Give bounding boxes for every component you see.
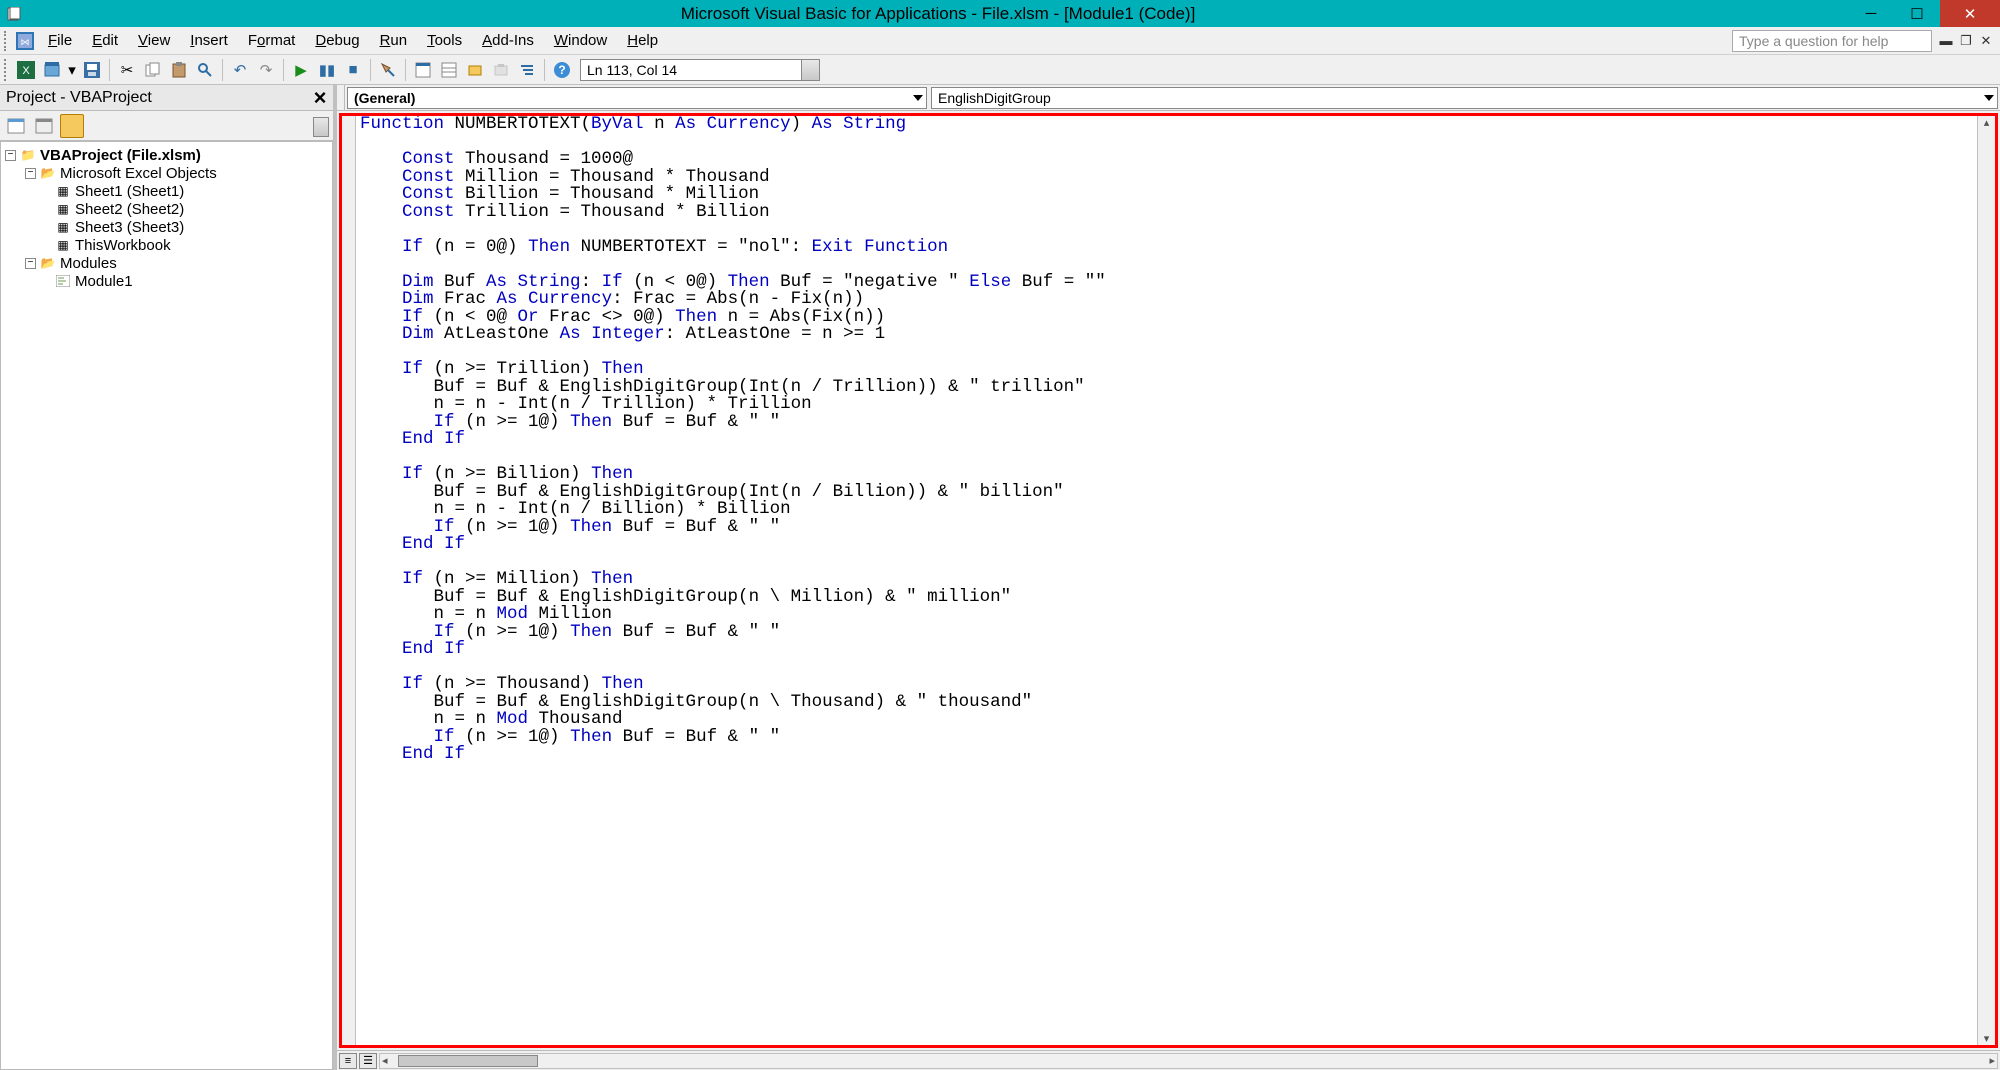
menu-file[interactable]: File bbox=[38, 30, 82, 51]
project-explorer-close-button[interactable]: × bbox=[307, 85, 333, 111]
menu-edit[interactable]: Edit bbox=[82, 30, 128, 51]
paste-icon[interactable] bbox=[167, 58, 191, 82]
tree-sheet3[interactable]: ▦Sheet3 (Sheet3) bbox=[1, 218, 332, 236]
procedure-dropdown[interactable]: EnglishDigitGroup bbox=[931, 87, 1998, 109]
project-explorer-title-text: Project - VBAProject bbox=[6, 89, 152, 107]
help-icon[interactable]: ? bbox=[550, 58, 574, 82]
app-icon bbox=[4, 4, 24, 24]
mdi-close-button[interactable]: ✕ bbox=[1978, 33, 1994, 49]
dropdown-arrow-icon[interactable]: ▾ bbox=[66, 58, 78, 82]
svg-text:⋈: ⋈ bbox=[21, 37, 30, 47]
menu-debug[interactable]: Debug bbox=[305, 30, 369, 51]
undo-icon[interactable]: ↶ bbox=[228, 58, 252, 82]
code-text[interactable]: Function NUMBERTOTEXT(ByVal n As Currenc… bbox=[356, 116, 1977, 1045]
toolbar-grip[interactable] bbox=[4, 59, 10, 81]
mdi-minimize-button[interactable]: ▬ bbox=[1938, 33, 1954, 49]
menu-tools[interactable]: Tools bbox=[417, 30, 472, 51]
code-dropdown-bar: (General) EnglishDigitGroup bbox=[337, 85, 2000, 111]
procedure-view-button[interactable]: ≡ bbox=[339, 1053, 357, 1069]
object-dropdown[interactable]: (General) bbox=[347, 87, 927, 109]
menu-help[interactable]: Help bbox=[617, 30, 668, 51]
tree-excel-objects[interactable]: −📂Microsoft Excel Objects bbox=[1, 164, 332, 182]
object-browser-icon[interactable] bbox=[463, 58, 487, 82]
code-window: (General) EnglishDigitGroup Function NUM… bbox=[335, 85, 2000, 1070]
view-object-icon[interactable] bbox=[32, 114, 56, 138]
vba-icon: ⋈ bbox=[16, 32, 34, 50]
tree-modules[interactable]: −📂Modules bbox=[1, 254, 332, 272]
properties-icon[interactable] bbox=[437, 58, 461, 82]
horizontal-scrollbar[interactable] bbox=[379, 1053, 1998, 1069]
menubar: ⋈ File Edit View Insert Format Debug Run… bbox=[0, 27, 2000, 55]
menu-insert[interactable]: Insert bbox=[180, 30, 238, 51]
reset-icon[interactable]: ■ bbox=[341, 58, 365, 82]
project-explorer-icon[interactable] bbox=[411, 58, 435, 82]
tree-project-root[interactable]: −📁VBAProject (File.xlsm) bbox=[1, 146, 332, 164]
redo-icon[interactable]: ↷ bbox=[254, 58, 278, 82]
project-tree[interactable]: −📁VBAProject (File.xlsm) −📂Microsoft Exc… bbox=[0, 141, 333, 1070]
cut-icon[interactable]: ✂ bbox=[115, 58, 139, 82]
menu-format[interactable]: Format bbox=[238, 30, 306, 51]
tree-sheet1[interactable]: ▦Sheet1 (Sheet1) bbox=[1, 182, 332, 200]
view-code-icon[interactable] bbox=[4, 114, 28, 138]
tree-module1[interactable]: Module1 bbox=[1, 272, 332, 290]
menu-view[interactable]: View bbox=[128, 30, 180, 51]
toolbar-grip[interactable] bbox=[4, 31, 10, 51]
line-col-indicator[interactable]: Ln 113, Col 14 bbox=[580, 59, 820, 81]
help-search-box[interactable]: Type a question for help bbox=[1732, 30, 1932, 52]
menu-window[interactable]: Window bbox=[544, 30, 617, 51]
full-module-view-button[interactable]: ☰ bbox=[359, 1053, 377, 1069]
toggle-folders-icon[interactable] bbox=[60, 114, 84, 138]
window-title: Microsoft Visual Basic for Applications … bbox=[28, 4, 1848, 24]
code-editor[interactable]: Function NUMBERTOTEXT(ByVal n As Currenc… bbox=[339, 113, 1998, 1048]
break-icon[interactable]: ▮▮ bbox=[315, 58, 339, 82]
menu-run[interactable]: Run bbox=[370, 30, 418, 51]
close-button[interactable]: ✕ bbox=[1940, 0, 2000, 27]
svg-text:X: X bbox=[22, 65, 30, 77]
run-icon[interactable]: ▶ bbox=[289, 58, 313, 82]
standard-toolbar: X ▾ ✂ ↶ ↷ ▶ ▮▮ ■ ? Ln 113, Col 14 bbox=[0, 55, 2000, 85]
titlebar[interactable]: Microsoft Visual Basic for Applications … bbox=[0, 0, 2000, 27]
menu-addins[interactable]: Add-Ins bbox=[472, 30, 544, 51]
vertical-scrollbar[interactable] bbox=[1977, 116, 1995, 1045]
project-explorer-toolbar bbox=[0, 111, 333, 141]
code-bottom-bar: ≡ ☰ bbox=[337, 1050, 2000, 1070]
find-icon[interactable] bbox=[193, 58, 217, 82]
tab-order-icon[interactable] bbox=[515, 58, 539, 82]
maximize-button[interactable]: ☐ bbox=[1894, 0, 1940, 27]
svg-text:?: ? bbox=[558, 63, 565, 77]
tree-thisworkbook[interactable]: ▦ThisWorkbook bbox=[1, 236, 332, 254]
project-explorer-panel: Project - VBAProject × −📁VBAProject (Fil… bbox=[0, 85, 335, 1070]
copy-icon[interactable] bbox=[141, 58, 165, 82]
insert-module-icon[interactable] bbox=[40, 58, 64, 82]
design-mode-icon[interactable] bbox=[376, 58, 400, 82]
view-excel-icon[interactable]: X bbox=[14, 58, 38, 82]
tree-sheet2[interactable]: ▦Sheet2 (Sheet2) bbox=[1, 200, 332, 218]
project-explorer-title: Project - VBAProject × bbox=[0, 85, 333, 111]
toolbox-icon[interactable] bbox=[489, 58, 513, 82]
margin-indicator-bar[interactable] bbox=[342, 116, 356, 1045]
mdi-restore-button[interactable]: ❐ bbox=[1958, 33, 1974, 49]
save-icon[interactable] bbox=[80, 58, 104, 82]
minimize-button[interactable]: ─ bbox=[1848, 0, 1894, 27]
splitter[interactable] bbox=[337, 85, 345, 110]
